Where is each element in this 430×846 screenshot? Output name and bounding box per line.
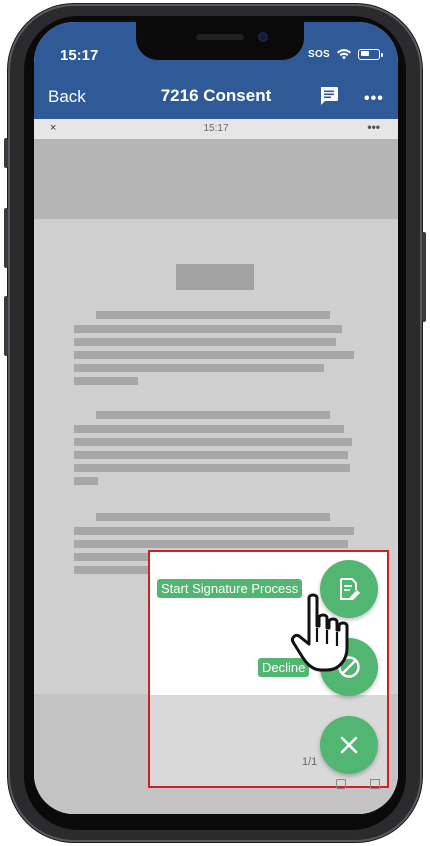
document-line	[74, 377, 138, 385]
document-line	[74, 451, 348, 459]
wifi-icon	[337, 49, 351, 60]
viewer-more-icon[interactable]: •••	[367, 120, 380, 134]
document-line	[96, 411, 330, 419]
bookmark-icon[interactable]	[370, 779, 380, 789]
status-time: 15:17	[60, 47, 99, 64]
notch	[136, 22, 304, 60]
document-line	[74, 527, 354, 535]
battery-icon	[358, 48, 383, 60]
start-signature-label[interactable]: Start Signature Process	[157, 579, 303, 598]
cube-icon[interactable]	[336, 779, 346, 789]
page-title: 7216 Consent	[160, 86, 272, 105]
speaker	[196, 34, 244, 40]
viewer-toolbar: × 15:17 •••	[34, 119, 398, 139]
viewer-time: 15:17	[203, 123, 229, 134]
volume-down-button	[4, 296, 8, 356]
document-line	[74, 338, 336, 346]
power-button	[422, 232, 426, 322]
status-icons: SOS	[307, 48, 383, 60]
viewer-header-shade	[34, 139, 398, 219]
document-line	[74, 425, 344, 433]
document-title-block	[176, 264, 254, 290]
document-line	[74, 566, 154, 574]
close-icon	[340, 736, 358, 754]
document-line	[74, 540, 348, 548]
document-line	[74, 477, 98, 485]
document-line	[74, 325, 342, 333]
close-menu-button[interactable]	[320, 716, 378, 774]
document-line	[74, 351, 354, 359]
volume-up-button	[4, 208, 8, 268]
document-line	[96, 513, 330, 521]
document-line	[74, 438, 352, 446]
nav-bar: 15:17 SOS Back 7216 Consent •••	[34, 22, 398, 119]
document-line	[74, 464, 350, 472]
message-icon[interactable]	[318, 85, 340, 107]
sos-label: SOS	[307, 48, 330, 60]
document-line	[96, 311, 330, 319]
front-camera	[258, 32, 268, 42]
mute-switch	[4, 138, 8, 168]
page-counter: 1/1	[302, 756, 318, 768]
document-line	[74, 364, 324, 372]
hand-pointer-icon	[291, 593, 349, 672]
more-icon[interactable]: •••	[364, 90, 384, 108]
